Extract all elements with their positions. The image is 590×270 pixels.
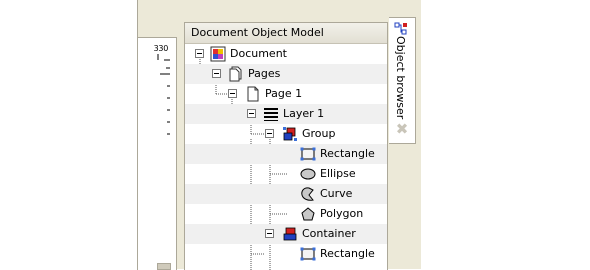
object-tree: Document Pages Page 1 Layer 1 Group Rect… (185, 44, 387, 270)
tree-node-rectangle[interactable]: Rectangle (185, 244, 387, 264)
page-icon (247, 86, 259, 102)
node-label-polygon: Polygon (320, 207, 364, 220)
tree-node-page[interactable]: Page 1 (185, 84, 387, 104)
document-icon (210, 46, 226, 62)
node-label-layer: Layer 1 (283, 107, 325, 120)
ellipse-icon (300, 168, 316, 180)
node-label-pages: Pages (248, 67, 281, 80)
tree-node-document[interactable]: Document (185, 44, 387, 64)
ruler-ticks (157, 54, 170, 135)
tree-node-pages[interactable]: Pages (185, 64, 387, 84)
vertical-ruler: 330 (137, 37, 177, 270)
node-label-container: Container (302, 227, 356, 240)
node-label-group: Group (302, 127, 336, 140)
pages-icon (229, 66, 242, 82)
node-label-page: Page 1 (265, 87, 303, 100)
tree-node-rectangle[interactable]: Rectangle (185, 144, 387, 164)
collapse-toggle[interactable] (212, 69, 221, 78)
polygon-icon (301, 207, 315, 221)
tree-node-layer[interactable]: Layer 1 (185, 104, 387, 124)
rectangle-icon (300, 247, 316, 261)
rectangle-icon (300, 147, 316, 161)
group-icon (283, 127, 297, 141)
collapse-toggle[interactable] (228, 89, 237, 98)
tree-node-polygon[interactable]: Polygon (185, 204, 387, 224)
object-browser-tab[interactable]: Object browser ✖ (389, 17, 416, 144)
node-label-ellipse: Ellipse (320, 167, 356, 180)
collapse-toggle[interactable] (195, 49, 204, 58)
curve-icon (301, 187, 314, 201)
tree-node-container[interactable]: Container (185, 224, 387, 244)
dom-panel: Document Object Model Document Pages Pag… (184, 22, 388, 270)
node-label-curve: Curve (320, 187, 353, 200)
dom-panel-title: Document Object Model (185, 23, 387, 44)
collapse-toggle[interactable] (265, 229, 274, 238)
collapse-toggle[interactable] (247, 109, 256, 118)
node-label-rectangle: Rectangle (320, 247, 375, 260)
close-icon[interactable]: ✖ (395, 122, 409, 137)
layer-icon (264, 108, 278, 121)
tree-node-ellipse[interactable]: Ellipse (185, 164, 387, 184)
tree-node-curve[interactable]: Curve (185, 184, 387, 204)
collapse-toggle[interactable] (265, 129, 274, 138)
object-browser-icon (394, 22, 407, 35)
node-label-rectangle: Rectangle (320, 147, 375, 160)
node-label-document: Document (230, 47, 287, 60)
container-icon (283, 227, 297, 241)
tree-node-group[interactable]: Group (185, 124, 387, 144)
object-browser-tab-label: Object browser (394, 36, 407, 120)
ruler-number: 330 (153, 44, 169, 53)
